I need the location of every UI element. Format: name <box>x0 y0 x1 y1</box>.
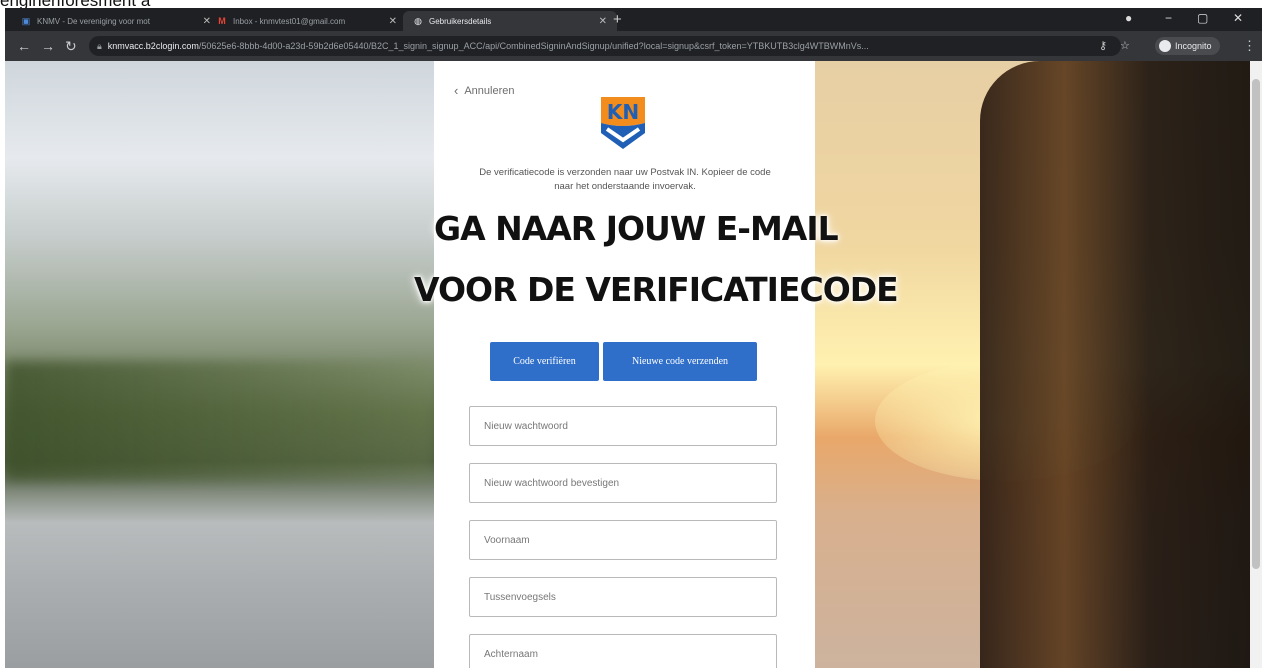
address-path: /50625e6-8bbb-4d00-a23d-59b2d6e05440/B2C… <box>198 41 869 51</box>
new-password-field[interactable] <box>469 406 777 446</box>
verification-message: De verificatiecode is verzonden naar uw … <box>479 167 771 192</box>
reload-icon[interactable]: ↻ <box>65 38 77 55</box>
cancel-link[interactable]: ‹ Annuleren <box>454 83 515 98</box>
gmail-icon: M <box>218 16 226 26</box>
tab-knmv[interactable]: ▣ KNMV - De vereniging voor mot ✕ <box>13 11 219 31</box>
incognito-label: Incognito <box>1175 41 1212 51</box>
overlay-heading-line2: VOOR DE VERIFICATIECODE <box>414 270 899 309</box>
page-viewport: ‹ Annuleren KN De verificatiecode is ver… <box>5 61 1262 668</box>
browser-tab-bar: ▣ KNMV - De vereniging voor mot ✕ M Inbo… <box>5 8 1262 31</box>
close-icon[interactable]: ✕ <box>389 16 397 27</box>
incognito-icon <box>1159 40 1171 52</box>
browser-toolbar: ← → ↻ 🔒︎ knmvacc.b2clogin.com/50625e6-8bb… <box>5 31 1262 61</box>
lock-icon: 🔒︎ <box>97 41 102 51</box>
last-name-field[interactable] <box>469 634 777 668</box>
page-scrollbar[interactable] <box>1250 61 1262 668</box>
close-icon[interactable]: ✕ <box>599 16 607 27</box>
back-arrow-icon[interactable]: ← <box>17 38 31 54</box>
account-icon[interactable]: ● <box>1125 11 1132 25</box>
scrollbar-thumb[interactable] <box>1252 79 1260 569</box>
svg-text:KN: KN <box>607 100 639 124</box>
background-road-image <box>5 61 434 668</box>
overlay-heading-line1: GA NAAR JOUW E-MAIL <box>434 209 839 248</box>
infix-field[interactable] <box>469 577 777 617</box>
address-host: knmvacc.b2clogin.com <box>107 41 199 51</box>
knmv-logo: KN <box>601 97 645 149</box>
incognito-badge[interactable]: Incognito <box>1155 37 1220 55</box>
address-bar[interactable]: 🔒︎ knmvacc.b2clogin.com/50625e6-8bbb-4d00… <box>89 36 1121 56</box>
tab-title: Inbox - knmvtest01@gmail.com <box>233 16 346 26</box>
signup-panel: ‹ Annuleren KN De verificatiecode is ver… <box>414 61 899 668</box>
verify-code-button[interactable]: Code verifiëren <box>490 342 599 381</box>
first-name-field[interactable] <box>469 520 777 560</box>
maximize-icon[interactable]: ▢ <box>1197 11 1208 25</box>
new-tab-button[interactable]: + <box>613 11 622 28</box>
window-close-icon[interactable]: ✕ <box>1233 11 1243 25</box>
tab-title: KNMV - De vereniging voor mot <box>37 16 150 26</box>
minimize-icon[interactable]: − <box>1165 11 1172 25</box>
forward-arrow-icon[interactable]: → <box>41 38 55 54</box>
key-icon[interactable]: ⚷ <box>1099 39 1107 52</box>
star-icon[interactable]: ☆ <box>1120 39 1130 52</box>
knmv-favicon-icon: ▣ <box>21 15 31 26</box>
confirm-password-field[interactable] <box>469 463 777 503</box>
menu-dots-icon[interactable]: ⋮ <box>1243 38 1256 54</box>
tab-title: Gebruikersdetails <box>429 16 492 26</box>
chevron-left-icon: ‹ <box>454 83 459 98</box>
resend-code-button[interactable]: Nieuwe code verzenden <box>603 342 757 381</box>
globe-icon: ◍ <box>414 15 422 26</box>
background-motorcycle-image <box>815 61 1262 668</box>
tab-gebruikersdetails[interactable]: ◍ Gebruikersdetails ✕ <box>403 11 617 31</box>
cancel-label: Annuleren <box>464 84 515 97</box>
tab-gmail[interactable]: M Inbox - knmvtest01@gmail.com ✕ <box>209 11 405 31</box>
